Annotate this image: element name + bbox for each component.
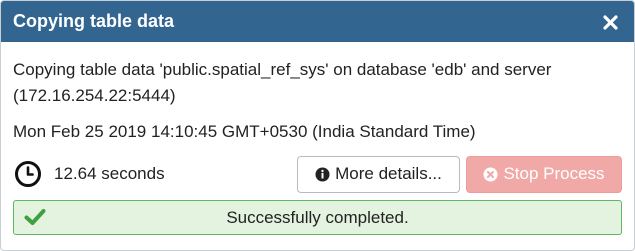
status-text: Successfully completed. bbox=[226, 207, 409, 227]
elapsed-time-text: 12.64 seconds bbox=[54, 164, 165, 183]
dialog-header: Copying table data bbox=[1, 1, 634, 42]
check-icon bbox=[24, 209, 46, 225]
close-icon bbox=[602, 14, 618, 30]
process-controls: 12.64 seconds More details... Stop Proce… bbox=[13, 155, 622, 193]
dialog-body: Copying table data 'public.spatial_ref_s… bbox=[1, 57, 634, 235]
process-dialog: Copying table data Copying table data 'p… bbox=[0, 0, 635, 251]
close-button[interactable] bbox=[600, 12, 620, 32]
times-circle-icon bbox=[483, 167, 498, 181]
more-details-button[interactable]: More details... bbox=[297, 155, 460, 193]
process-timestamp: Mon Feb 25 2019 14:10:45 GMT+0530 (India… bbox=[13, 122, 476, 141]
stop-process-label: Stop Process bbox=[503, 164, 605, 183]
elapsed-time: 12.64 seconds bbox=[13, 160, 297, 188]
info-circle-icon bbox=[315, 167, 330, 181]
dialog-title: Copying table data bbox=[13, 11, 175, 31]
clock-icon bbox=[15, 161, 41, 187]
status-banner: Successfully completed. bbox=[13, 200, 622, 235]
process-message: Copying table data 'public.spatial_ref_s… bbox=[13, 60, 552, 105]
more-details-label: More details... bbox=[335, 164, 442, 183]
stop-process-button[interactable]: Stop Process bbox=[466, 155, 622, 193]
